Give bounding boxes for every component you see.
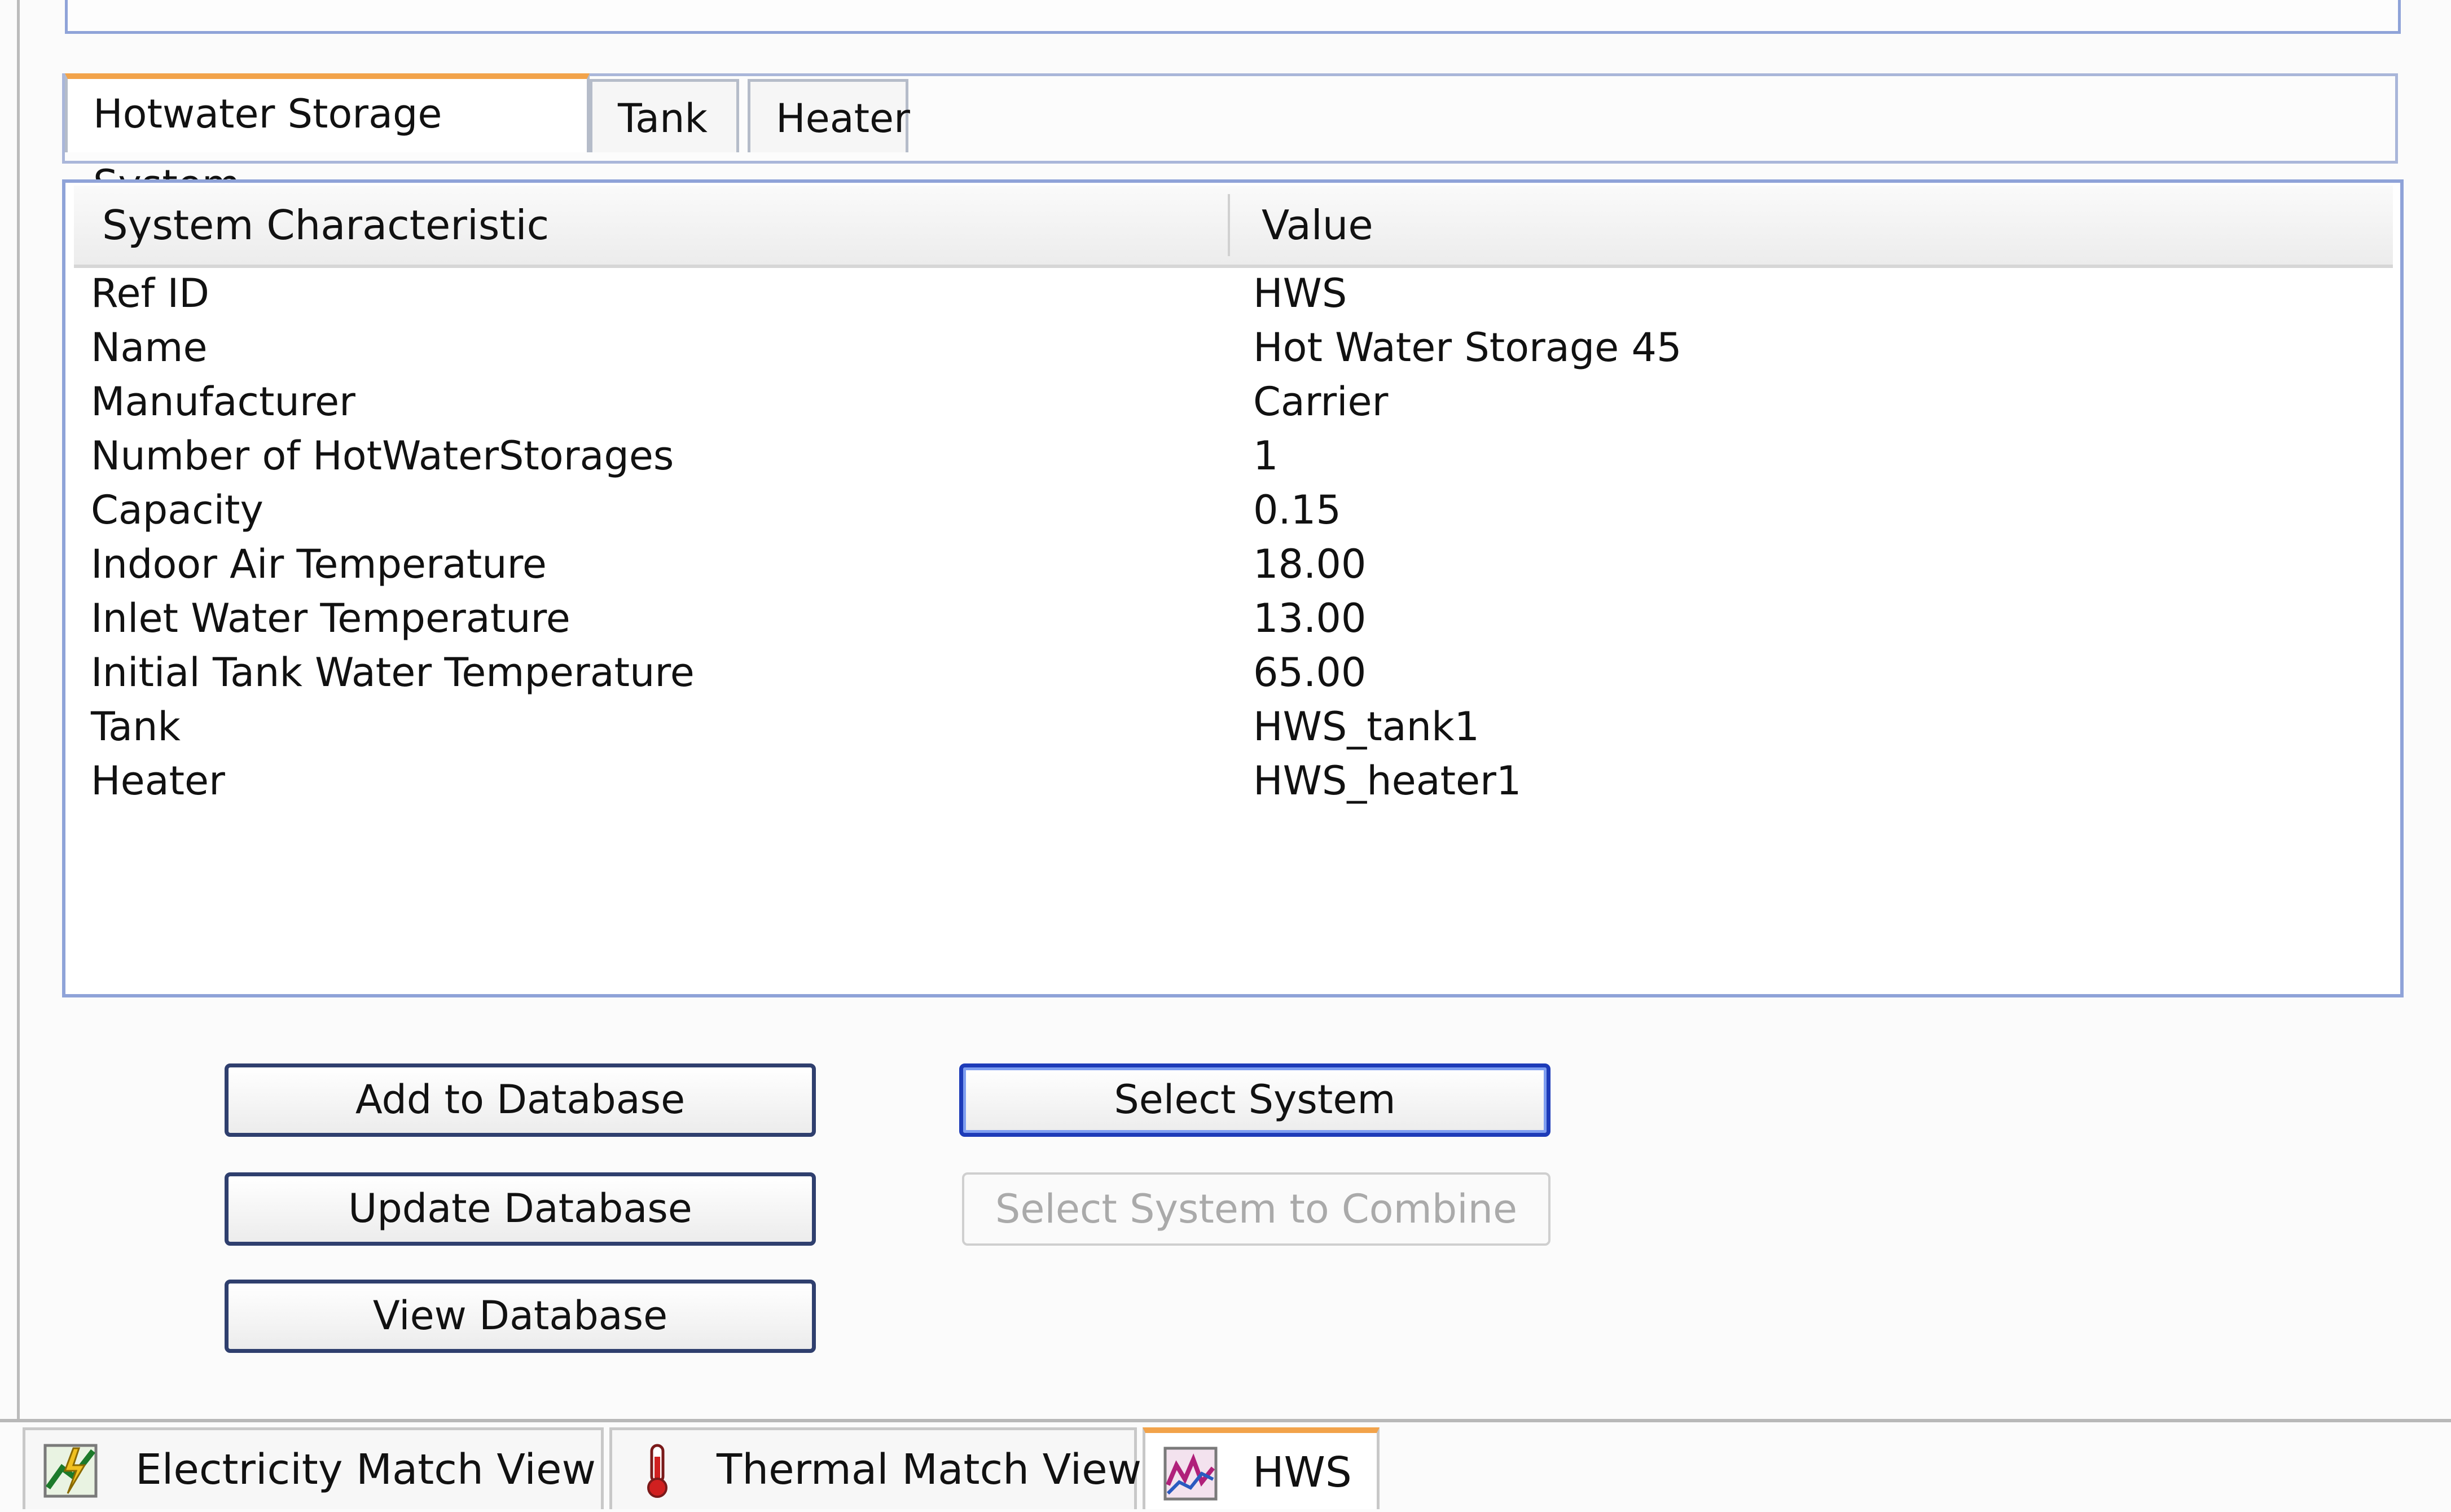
- update-database-button[interactable]: Update Database: [225, 1172, 816, 1246]
- row-key: Number of HotWaterStorages: [91, 433, 674, 479]
- row-value: 18.00: [1253, 541, 1367, 587]
- row-key: Manufacturer: [91, 379, 355, 425]
- window-left-edge: [17, 0, 20, 1422]
- row-key: Heater: [91, 758, 225, 804]
- thermometer-icon: [647, 1444, 668, 1498]
- bottom-tab-divider: [0, 1419, 2451, 1422]
- table-row[interactable]: Number of HotWaterStorages 1: [91, 429, 2393, 483]
- row-value: Hot Water Storage 45: [1253, 324, 1682, 371]
- table-row[interactable]: Inlet Water Temperature 13.00: [91, 591, 2393, 645]
- table-row[interactable]: Ref ID HWS: [91, 266, 2393, 320]
- row-value: 1: [1253, 433, 1279, 479]
- tab-hws[interactable]: HWS: [1143, 1427, 1380, 1509]
- row-value: 0.15: [1253, 487, 1341, 533]
- column-header-value[interactable]: Value: [1262, 186, 1373, 265]
- table-row[interactable]: Manufacturer Carrier: [91, 375, 2393, 429]
- column-separator[interactable]: [1228, 194, 1230, 256]
- tab-label: Thermal Match View (t): [717, 1445, 1204, 1494]
- row-key: Initial Tank Water Temperature: [91, 649, 695, 696]
- row-value: 65.00: [1253, 649, 1367, 696]
- row-value: HWS: [1253, 270, 1347, 317]
- table-row[interactable]: Indoor Air Temperature 18.00: [91, 537, 2393, 591]
- tab-label: Electricity Match View (e): [135, 1445, 667, 1494]
- row-key: Name: [91, 324, 208, 371]
- tab-heater[interactable]: Heater: [748, 79, 910, 152]
- table-row[interactable]: Heater HWS_heater1: [91, 754, 2393, 808]
- row-value: HWS_heater1: [1253, 758, 1522, 804]
- tab-label: HWS: [1253, 1448, 1352, 1497]
- hws-chart-icon: [1163, 1447, 1218, 1501]
- upper-panel-edge: [65, 0, 2401, 34]
- row-key: Inlet Water Temperature: [91, 595, 570, 641]
- tab-hotwater-storage-system[interactable]: Hotwater Storage System: [65, 73, 590, 208]
- table-row[interactable]: Initial Tank Water Temperature 65.00: [91, 645, 2393, 700]
- select-system-button[interactable]: Select System: [959, 1063, 1550, 1137]
- row-key: Tank: [91, 704, 181, 750]
- row-key: Indoor Air Temperature: [91, 541, 547, 587]
- table-row[interactable]: Tank HWS_tank1: [91, 700, 2393, 754]
- table-row[interactable]: Name Hot Water Storage 45: [91, 320, 2393, 375]
- select-system-to-combine-button[interactable]: Select System to Combine: [962, 1172, 1550, 1246]
- electricity-chart-icon: [43, 1444, 98, 1498]
- tab-strip: Hotwater Storage System Tank Heater: [62, 73, 2398, 208]
- table-header: System Characteristic Value: [74, 186, 2393, 268]
- row-value: Carrier: [1253, 379, 1389, 425]
- view-database-button[interactable]: View Database: [225, 1280, 816, 1353]
- characteristics-table: System Characteristic Value Ref ID HWS Na…: [62, 179, 2404, 997]
- row-value: 13.00: [1253, 595, 1367, 641]
- row-key: Capacity: [91, 487, 263, 533]
- tab-tank[interactable]: Tank: [590, 79, 739, 152]
- row-value: HWS_tank1: [1253, 704, 1480, 750]
- column-header-characteristic[interactable]: System Characteristic: [102, 186, 549, 265]
- add-to-database-button[interactable]: Add to Database: [225, 1063, 816, 1137]
- row-key: Ref ID: [91, 270, 209, 317]
- tab-electricity-match-view[interactable]: Electricity Match View (e): [23, 1427, 667, 1509]
- table-row[interactable]: Capacity 0.15: [91, 483, 2393, 537]
- tab-thermal-match-view[interactable]: Thermal Match View (t): [609, 1427, 1203, 1509]
